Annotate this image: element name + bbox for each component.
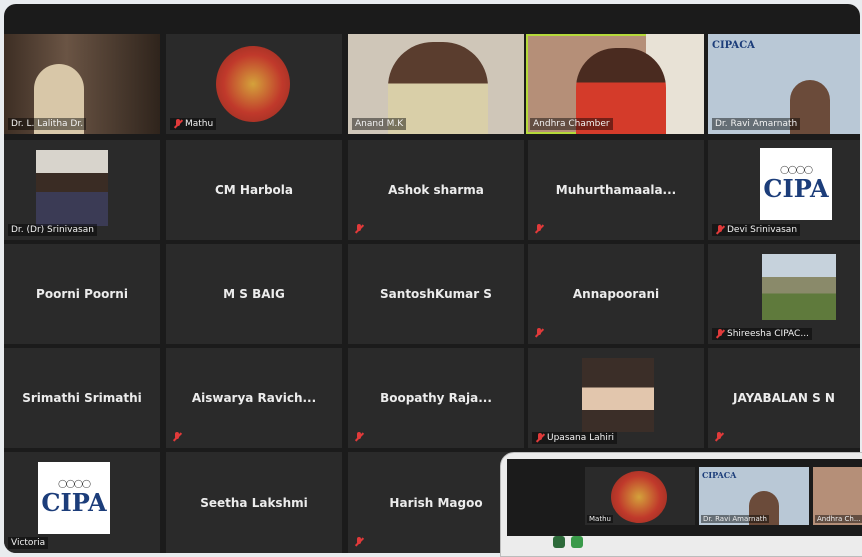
participant-name: Aiswarya Ravich...: [191, 391, 317, 405]
participant-label: Dr. (Dr) Srinivasan: [8, 224, 97, 236]
participant-label: Devi Srinivasan: [712, 224, 801, 236]
participant-label: Andhra Ch...: [815, 515, 862, 523]
mic-muted-icon: [173, 119, 183, 129]
name-tile[interactable]: M S BAIG: [166, 244, 342, 344]
participant-name: Seetha Lakshmi: [200, 495, 308, 510]
participant-name: SantoshKumar S: [380, 287, 492, 301]
video-tile[interactable]: Shireesha CIPAC...: [708, 244, 860, 344]
mic-muted-icon: [535, 433, 545, 443]
participant-name: Srimathi Srimathi: [22, 391, 142, 405]
window-button[interactable]: [553, 536, 565, 548]
participant-name: M S BAIG: [223, 287, 285, 301]
cipa-logo-text: CIPA: [763, 174, 829, 203]
participant-label: Mathu: [587, 515, 613, 523]
participant-name: Boopathy Raja...: [380, 391, 492, 405]
video-tile[interactable]: Mathu: [166, 34, 342, 134]
secondary-gallery: Mathu CIPACA Dr. Ravi Amarnath Andhra Ch…: [507, 459, 862, 536]
cipa-logo: ◯◯◯◯ CIPA: [38, 462, 110, 534]
name-tile[interactable]: Boopathy Raja...: [348, 348, 524, 448]
window-button[interactable]: [571, 536, 583, 548]
participant-label: Dr. Ravi Amarnath: [701, 515, 769, 523]
video-tile[interactable]: CIPACA Dr. Ravi Amarnath: [708, 34, 860, 134]
participant-name: JAYABALAN S N: [733, 391, 835, 405]
participant-label: Upasana Lahiri: [532, 432, 618, 444]
video-tile[interactable]: ◯◯◯◯ CIPA Devi Srinivasan: [708, 140, 860, 240]
cipa-logo: ◯◯◯◯ CIPA: [760, 148, 832, 220]
mic-muted-icon: [354, 432, 364, 442]
name-tile[interactable]: CM Harbola: [166, 140, 342, 240]
video-tile[interactable]: Anand M.K: [348, 34, 524, 134]
participant-name: Ashok sharma: [388, 183, 484, 197]
participant-name: Annapoorani: [572, 287, 660, 301]
video-tile[interactable]: Upasana Lahiri: [528, 348, 704, 448]
participant-label: Victoria: [8, 537, 49, 549]
rings-icon: ◯◯◯◯: [58, 479, 91, 488]
mic-muted-icon: [354, 224, 364, 234]
chamber-logo: [216, 46, 290, 122]
name-tile[interactable]: Harish Magoo: [348, 452, 524, 553]
mic-muted-icon: [354, 537, 364, 547]
mic-muted-icon: [715, 225, 725, 235]
name-tile[interactable]: JAYABALAN S N: [708, 348, 860, 448]
name-tile[interactable]: Srimathi Srimathi: [4, 348, 160, 448]
participant-photo: [582, 358, 654, 432]
name-tile[interactable]: Aiswarya Ravich...: [166, 348, 342, 448]
participant-label: Anand M.K: [352, 118, 407, 130]
name-tile[interactable]: Ashok sharma: [348, 140, 524, 240]
name-tile[interactable]: Poorni Poorni: [4, 244, 160, 344]
mic-muted-icon: [715, 329, 725, 339]
video-tile[interactable]: ◯◯◯◯ CIPA Victoria: [4, 452, 160, 553]
name-tile[interactable]: Seetha Lakshmi: [166, 452, 342, 553]
participant-name: CM Harbola: [214, 183, 294, 197]
participant-name: Muhurthamaala...: [555, 183, 677, 197]
video-tile[interactable]: Dr. L. Lalitha Dr.: [4, 34, 160, 134]
name-tile[interactable]: Annapoorani: [528, 244, 704, 344]
participant-name: Harish Magoo: [389, 495, 483, 510]
mic-muted-icon: [534, 224, 544, 234]
secondary-window[interactable]: Mathu CIPACA Dr. Ravi Amarnath Andhra Ch…: [500, 452, 862, 557]
video-tile[interactable]: Dr. (Dr) Srinivasan: [4, 140, 160, 240]
rings-icon: ◯◯◯◯: [780, 165, 813, 174]
cipa-logo-text: CIPA: [41, 488, 107, 517]
cipaca-banner: CIPACA: [702, 470, 737, 480]
video-tile-active-speaker[interactable]: Andhra Chamber: [526, 34, 704, 134]
sub-video-tile: CIPACA Dr. Ravi Amarnath: [699, 467, 809, 525]
participant-name: Poorni Poorni: [36, 287, 128, 301]
name-tile[interactable]: SantoshKumar S: [348, 244, 524, 344]
mountain-landscape-image: [762, 254, 836, 320]
participant-label: Dr. Ravi Amarnath: [712, 118, 801, 130]
mic-muted-icon: [534, 328, 544, 338]
sub-video-tile: Mathu: [585, 467, 695, 525]
participant-label: Andhra Chamber: [530, 118, 613, 130]
participant-label: Shireesha CIPAC...: [712, 328, 812, 340]
sub-video-tile: Andhra Ch...: [813, 467, 862, 525]
name-tile[interactable]: Muhurthamaala...: [528, 140, 704, 240]
cipaca-banner: CIPACA: [712, 40, 755, 51]
participant-photo: [36, 150, 108, 226]
mic-muted-icon: [714, 432, 724, 442]
participant-label: Dr. L. Lalitha Dr.: [8, 118, 87, 130]
chamber-logo: [611, 471, 667, 523]
participant-label: Mathu: [170, 118, 217, 130]
mic-muted-icon: [172, 432, 182, 442]
